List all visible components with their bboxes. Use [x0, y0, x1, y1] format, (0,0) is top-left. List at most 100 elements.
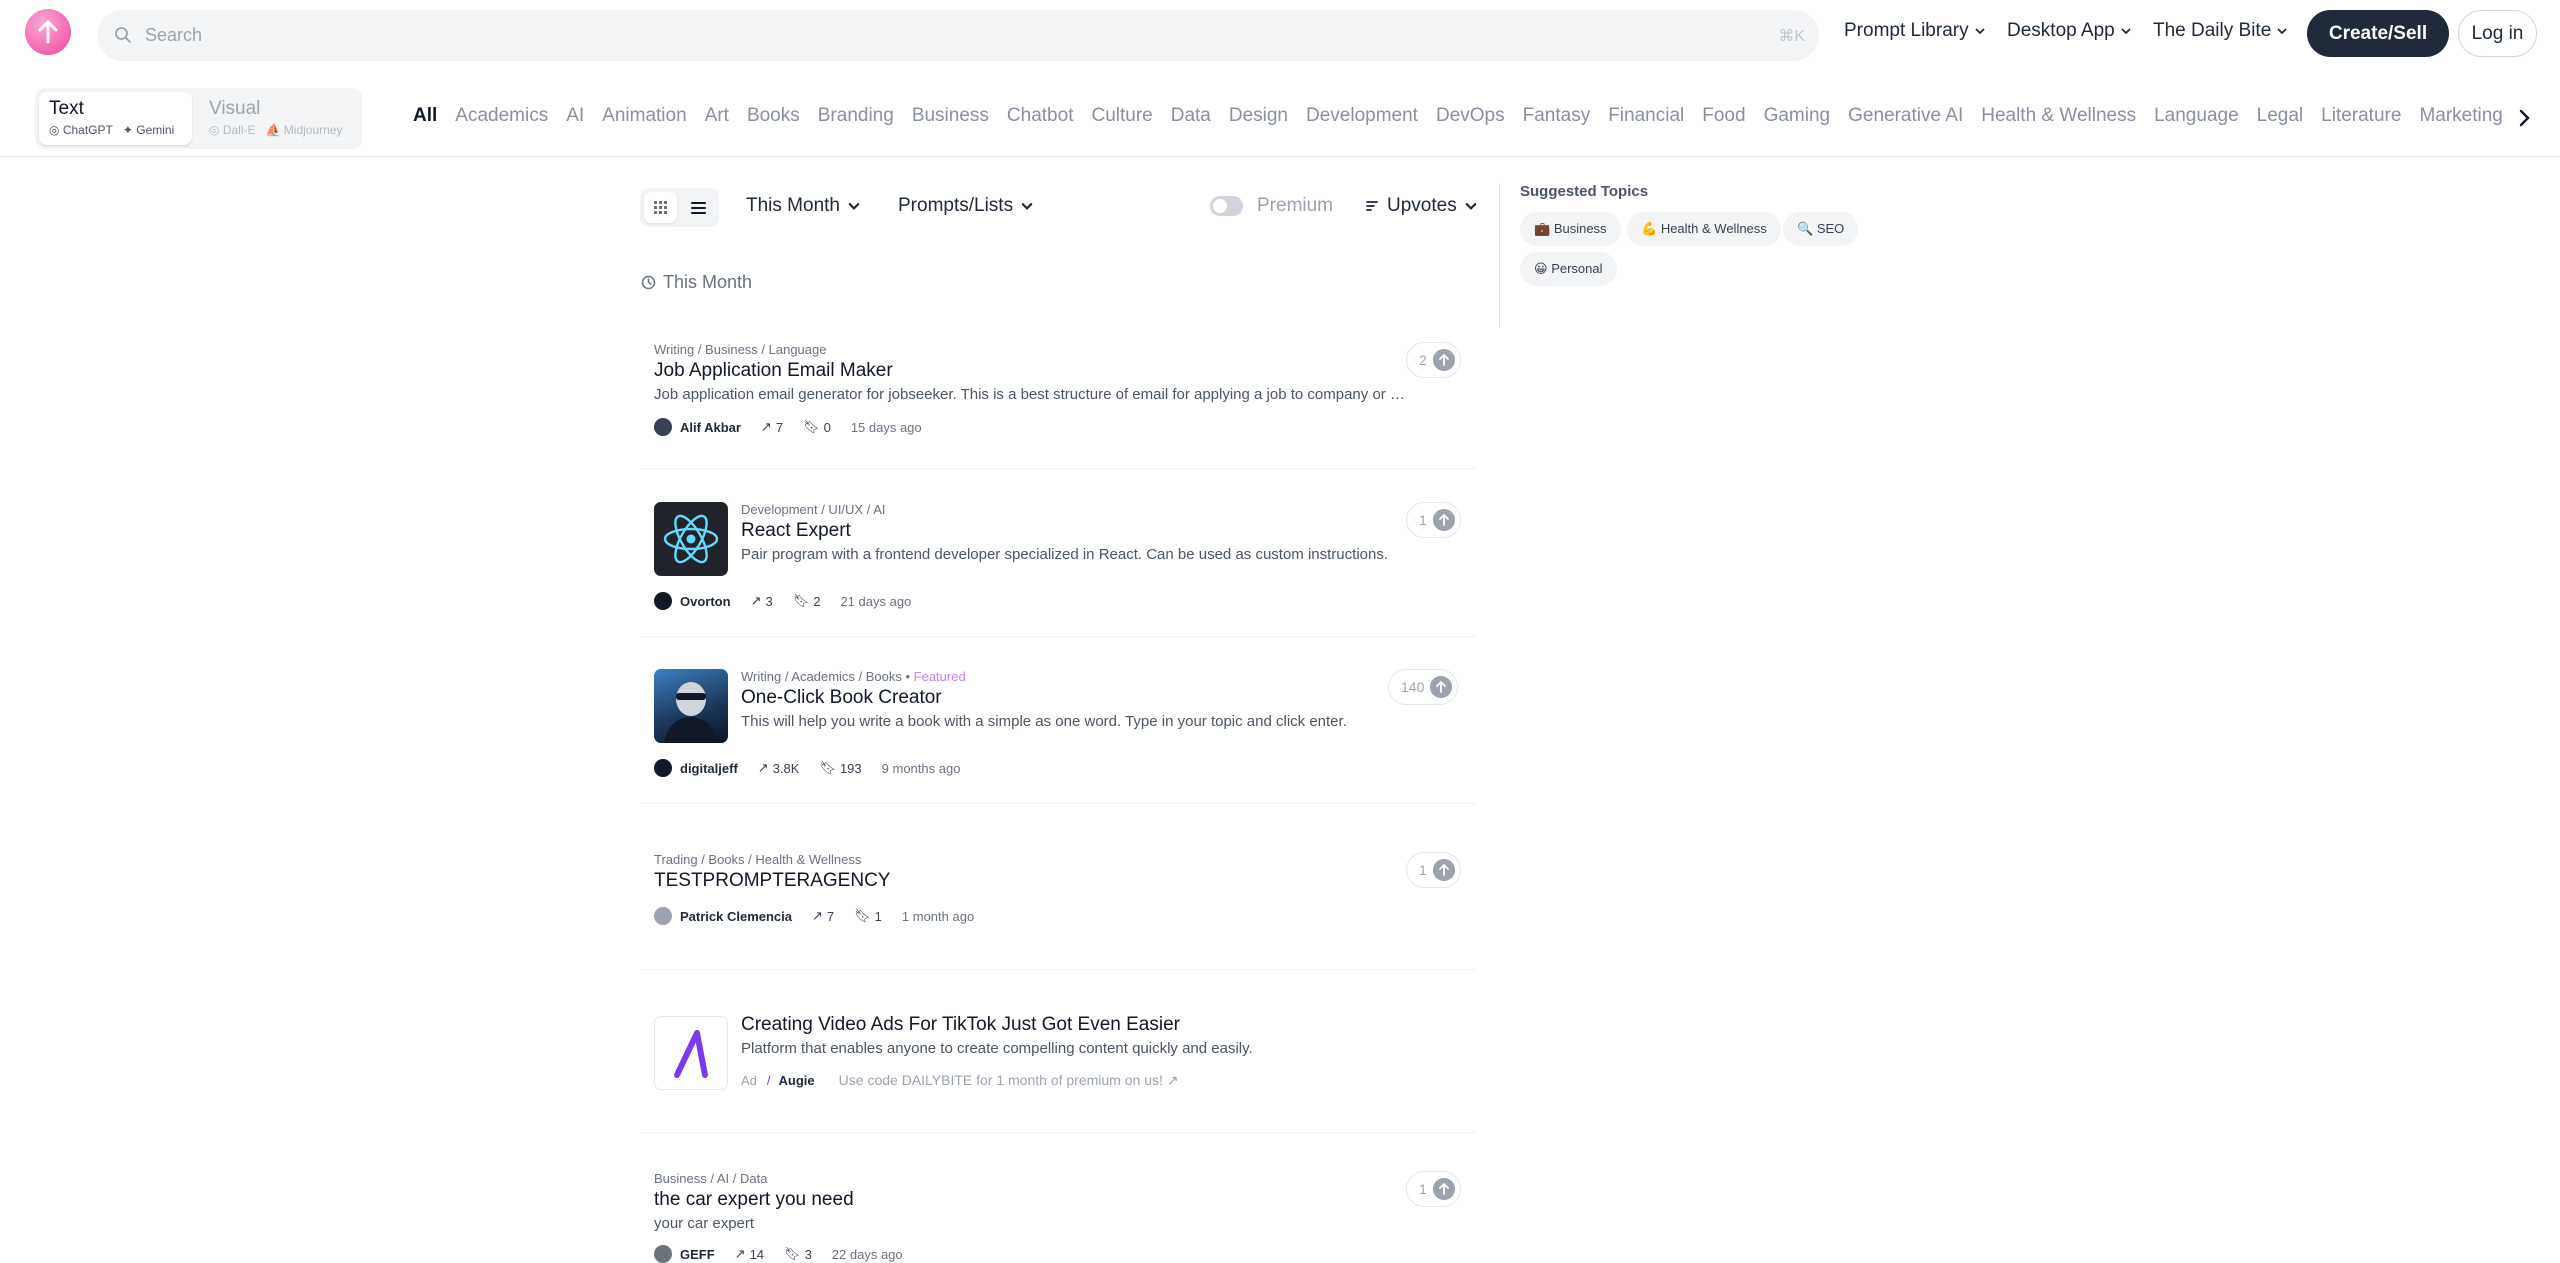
logo-upvote-icon[interactable]: [25, 9, 71, 55]
arrow-up-right-icon: ↗: [750, 593, 762, 608]
category-tab[interactable]: Financial: [1608, 105, 1684, 126]
mode-text-option[interactable]: Text ◎ ChatGPT ✦ Gemini: [39, 92, 192, 145]
category-tab[interactable]: AI: [566, 105, 584, 126]
topic-chip-personal[interactable]: 😀 Personal: [1520, 252, 1617, 286]
mode-visual-label: Visual: [209, 98, 261, 119]
category-tab[interactable]: Literature: [2321, 105, 2401, 126]
upvote-button[interactable]: 1: [1406, 1171, 1461, 1207]
avatar[interactable]: [654, 1245, 672, 1263]
prompt-card[interactable]: Writing / Academics / Books • Featured O…: [640, 663, 1475, 783]
category-tab[interactable]: Academics: [455, 105, 548, 126]
gemini-sparkle-icon: ✦: [122, 123, 133, 137]
midjourney-model: ⛵ Midjourney: [266, 123, 343, 137]
chevron-down-icon: [2277, 28, 2287, 35]
nav-daily-bite[interactable]: The Daily Bite: [2153, 20, 2287, 42]
author-name[interactable]: Ovorton: [680, 594, 731, 609]
top-header: ⌘K Prompt Library Desktop App The Daily …: [0, 0, 2560, 68]
premium-label: Premium: [1257, 195, 1334, 216]
author-name[interactable]: Alif Akbar: [680, 420, 741, 435]
topic-chip-health-wellness[interactable]: 💪 Health & Wellness: [1627, 212, 1781, 246]
section-heading-label: This Month: [663, 272, 753, 292]
midjourney-sail-icon: ⛵: [265, 123, 281, 137]
uses-stat: ↗ 7: [812, 908, 834, 924]
upvote-button[interactable]: 1: [1406, 502, 1461, 538]
chevron-right-icon: [2519, 109, 2530, 127]
avatar[interactable]: [654, 759, 672, 777]
list-view-button[interactable]: [682, 192, 715, 223]
avatar[interactable]: [654, 592, 672, 610]
saves-stat: 🔖︎ 3: [784, 1246, 812, 1262]
category-tab[interactable]: Business: [912, 105, 989, 126]
topic-chip-label: Health & Wellness: [1660, 221, 1767, 236]
author-name[interactable]: Patrick Clemencia: [680, 909, 792, 924]
sort-dropdown[interactable]: Upvotes: [1365, 195, 1477, 217]
sponsored-card[interactable]: Creating Video Ads For TikTok Just Got E…: [640, 1011, 1475, 1111]
prompt-title[interactable]: Job Application Email Maker: [654, 360, 893, 382]
ad-promo-link[interactable]: Use code DAILYBITE for 1 month of premiu…: [839, 1072, 1179, 1089]
category-tab[interactable]: Data: [1171, 105, 1211, 126]
featured-badge: Featured: [913, 669, 966, 684]
category-tab[interactable]: Marketing: [2419, 105, 2502, 126]
prompt-card[interactable]: Development / UI/UX / AI React Expert Pa…: [640, 496, 1475, 616]
nav-desktop-app[interactable]: Desktop App: [2007, 20, 2131, 42]
upvote-count: 1: [1419, 512, 1427, 528]
login-button[interactable]: Log in: [2458, 10, 2537, 57]
category-tab[interactable]: Legal: [2257, 105, 2304, 126]
category-tab[interactable]: Art: [705, 105, 729, 126]
category-tab[interactable]: Food: [1702, 105, 1745, 126]
category-tab[interactable]: Fantasy: [1523, 105, 1591, 126]
category-tab[interactable]: DevOps: [1436, 105, 1505, 126]
ad-promo-text: Use code DAILYBITE for 1 month of premiu…: [838, 1072, 1163, 1088]
create-sell-button[interactable]: Create/Sell: [2307, 10, 2449, 57]
category-tab[interactable]: Books: [747, 105, 800, 126]
type-dropdown[interactable]: Prompts/Lists: [898, 195, 1033, 217]
period-dropdown[interactable]: This Month: [746, 195, 860, 217]
author-name[interactable]: GEFF: [680, 1247, 715, 1262]
prompt-title[interactable]: the car expert you need: [654, 1189, 854, 1211]
category-tab[interactable]: Language: [2154, 105, 2239, 126]
category-tab[interactable]: Gaming: [1764, 105, 1831, 126]
category-tab[interactable]: Health & Wellness: [1981, 105, 2136, 126]
topic-chip-seo[interactable]: 🔍 SEO: [1783, 212, 1859, 246]
upvote-button[interactable]: 140: [1388, 669, 1459, 705]
category-tab[interactable]: Animation: [602, 105, 687, 126]
prompt-card[interactable]: Business / AI / Data the car expert you …: [640, 1165, 1475, 1263]
chevron-down-icon: [1975, 28, 1985, 35]
search-input[interactable]: [145, 18, 1695, 52]
time-ago: 9 months ago: [881, 760, 961, 776]
nav-prompt-library[interactable]: Prompt Library: [1844, 20, 1985, 42]
category-tab[interactable]: Branding: [818, 105, 894, 126]
sort-icon: [1366, 201, 1378, 211]
category-tab[interactable]: Design: [1229, 105, 1288, 126]
category-scroll-right-button[interactable]: [2512, 104, 2538, 132]
flexed-arm-icon: 💪: [1641, 221, 1658, 236]
category-tab[interactable]: Development: [1306, 105, 1418, 126]
avatar[interactable]: [654, 418, 672, 436]
grid-view-button[interactable]: [644, 192, 677, 223]
prompt-title[interactable]: TESTPROMPTERAGENCY: [654, 870, 890, 892]
search-bar[interactable]: ⌘K: [97, 10, 1819, 61]
mode-visual-option[interactable]: Visual ◎ Dall-E ⛵ Midjourney: [199, 92, 359, 145]
time-ago: 15 days ago: [850, 419, 922, 435]
ad-brand[interactable]: Augie: [779, 1073, 815, 1088]
ad-title[interactable]: Creating Video Ads For TikTok Just Got E…: [741, 1014, 1180, 1036]
prompt-title[interactable]: One-Click Book Creator: [741, 687, 942, 709]
premium-toggle[interactable]: [1210, 196, 1243, 216]
avatar[interactable]: [654, 907, 672, 925]
upvote-button[interactable]: 1: [1406, 852, 1461, 888]
category-tab[interactable]: Chatbot: [1007, 105, 1074, 126]
prompt-card[interactable]: Writing / Business / Language Job Applic…: [640, 336, 1475, 446]
prompt-card[interactable]: Trading / Books / Health & Wellness TEST…: [640, 846, 1475, 936]
author-name[interactable]: digitaljeff: [680, 761, 738, 776]
category-tab[interactable]: Generative AI: [1848, 105, 1963, 126]
category-tab[interactable]: All: [413, 105, 437, 126]
prompt-meta: Alif Akbar ↗ 7 🔖︎ 0 15 days ago: [654, 418, 922, 436]
prompt-categories: Development / UI/UX / AI: [741, 502, 886, 517]
category-tab[interactable]: Culture: [1091, 105, 1152, 126]
prompt-title[interactable]: React Expert: [741, 520, 851, 542]
bookmark-icon: 🔖︎: [819, 760, 836, 775]
topic-chip-business[interactable]: 💼 Business: [1520, 212, 1621, 246]
upvote-button[interactable]: 2: [1406, 342, 1461, 378]
upvote-count: 1: [1419, 1181, 1427, 1197]
augie-small-icon: /: [766, 1073, 771, 1088]
